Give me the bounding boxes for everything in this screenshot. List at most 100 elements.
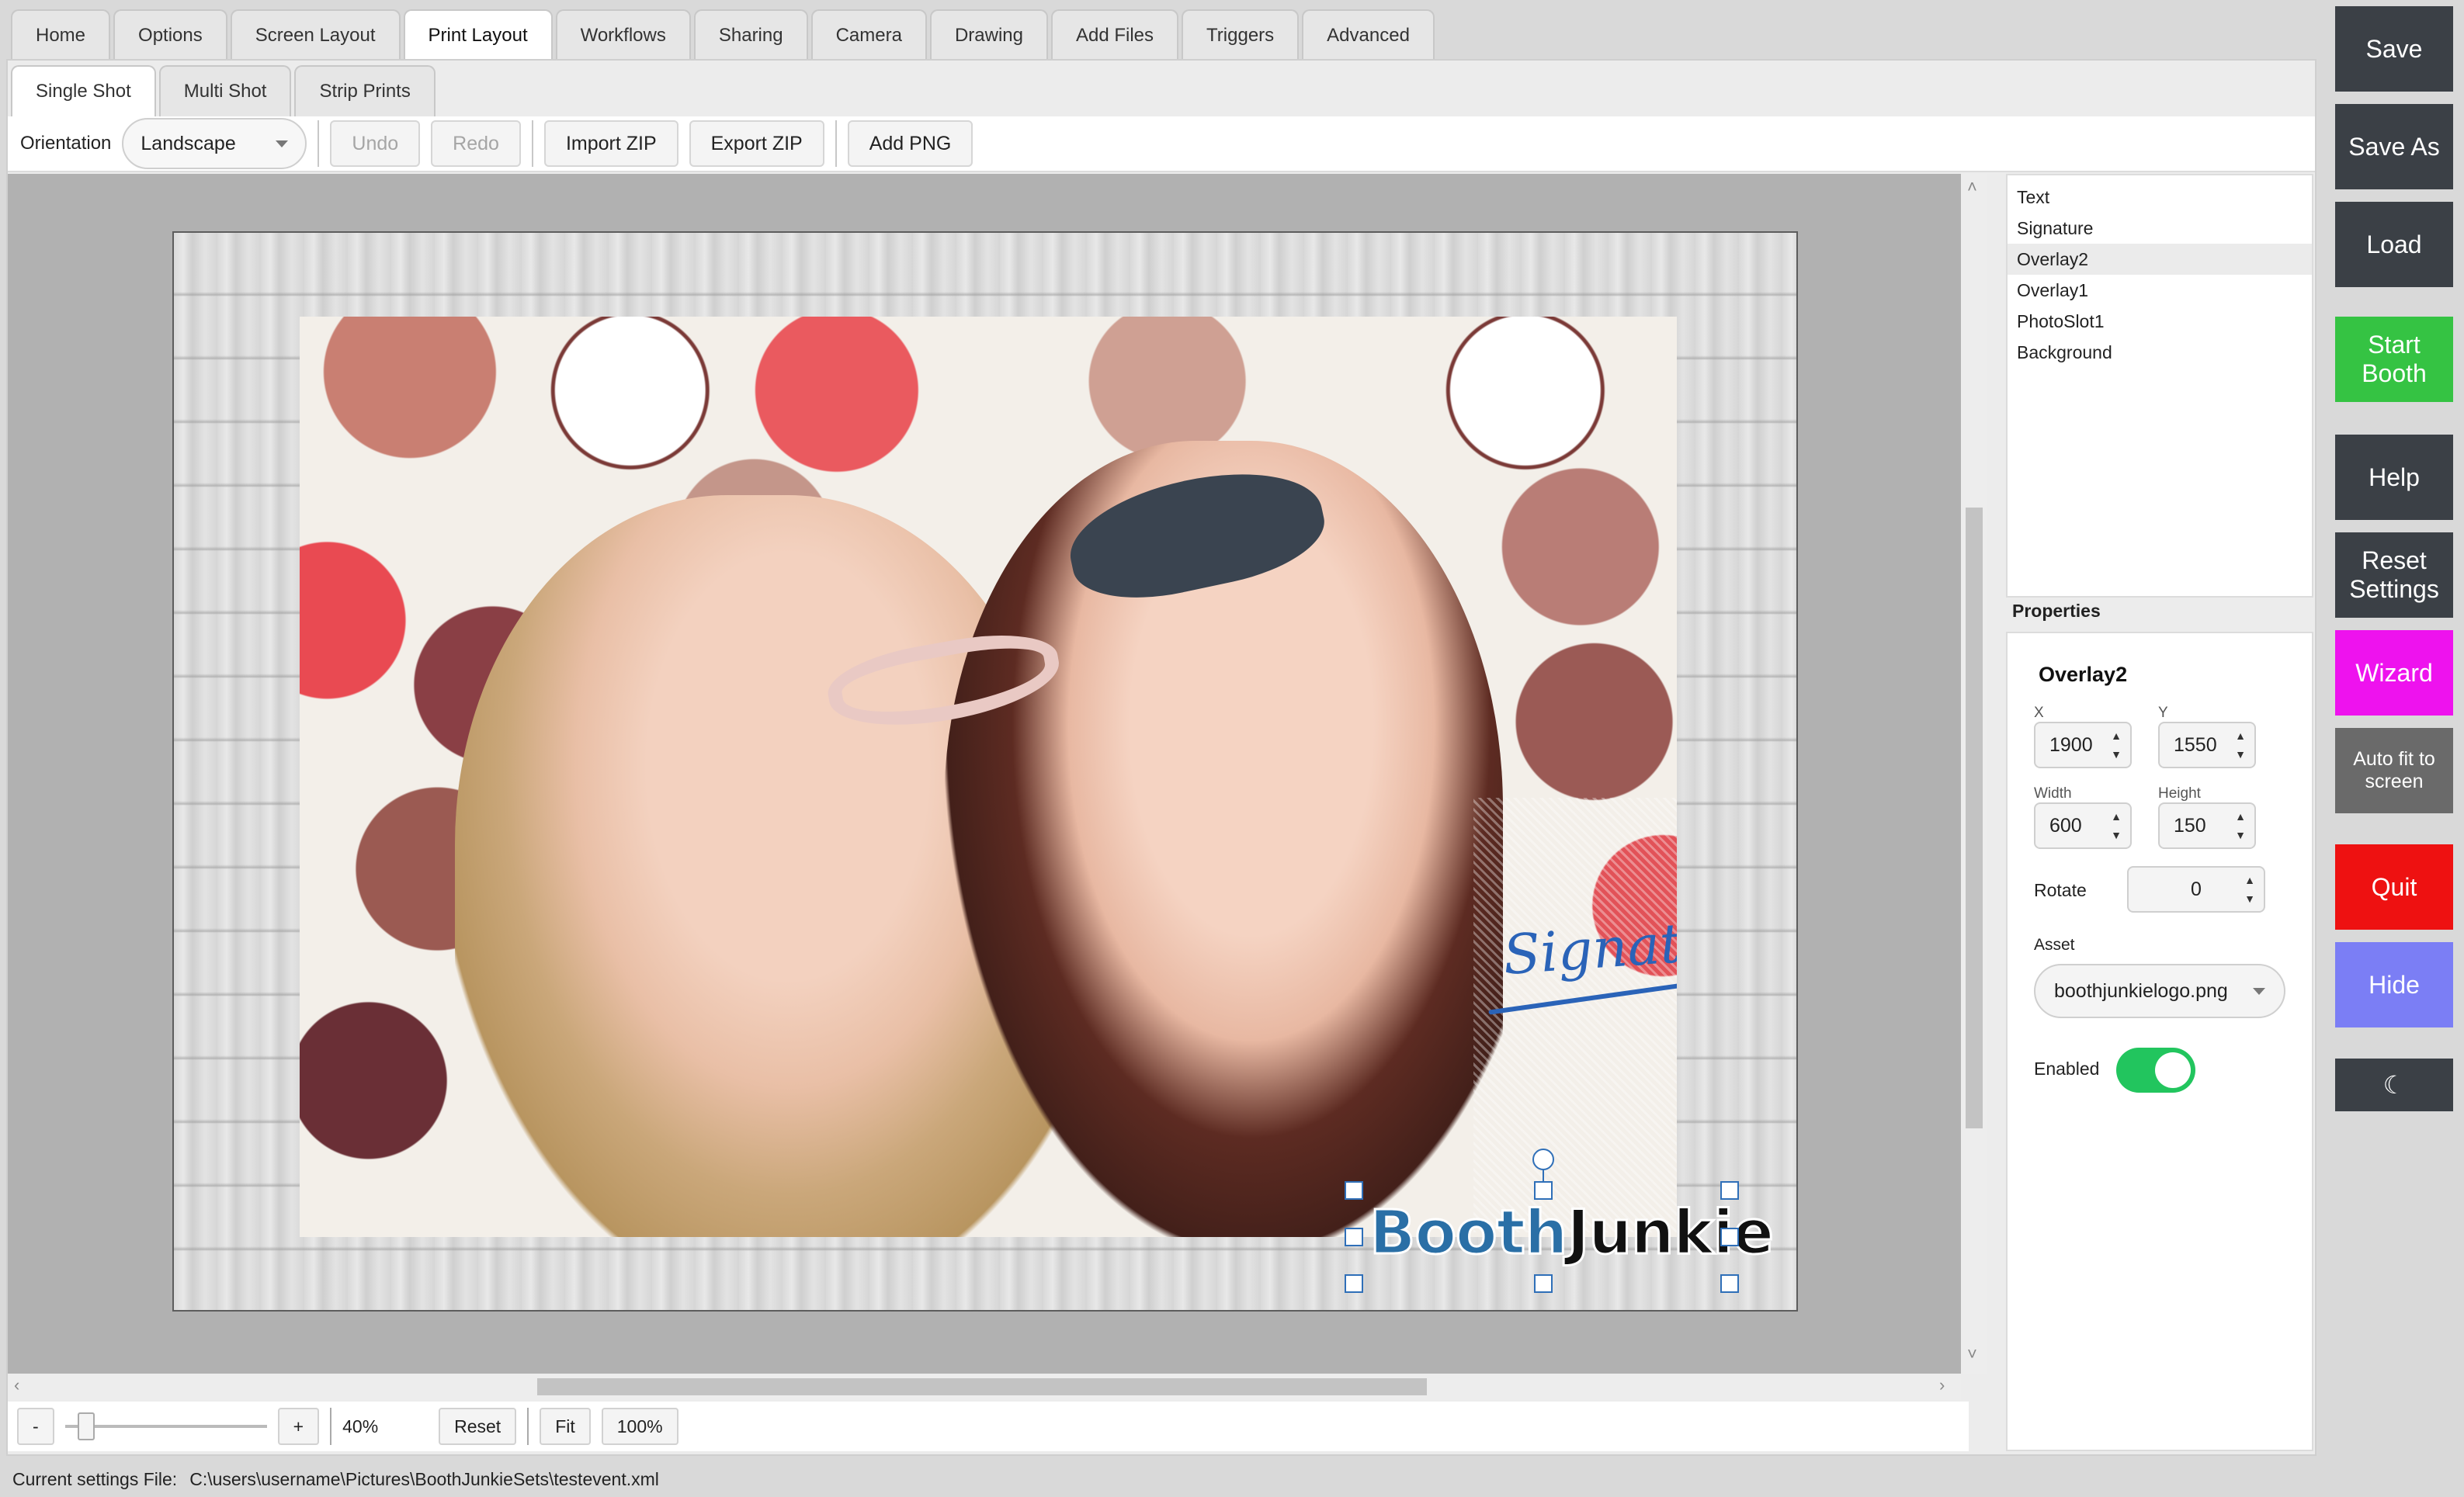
layer-item-overlay2[interactable]: Overlay2 xyxy=(2008,244,2312,275)
orientation-value: Landscape xyxy=(141,132,236,154)
status-bar: Current settings File: C:\users\username\… xyxy=(12,1469,659,1490)
increment-icon[interactable]: ▲ xyxy=(2111,810,2122,823)
decrement-icon[interactable]: ▼ xyxy=(2235,829,2246,841)
resize-handle-bottom[interactable] xyxy=(1534,1274,1553,1293)
tab-drawing[interactable]: Drawing xyxy=(929,9,1048,61)
increment-icon[interactable]: ▲ xyxy=(2235,729,2246,742)
height-field[interactable]: 150 ▲ ▼ xyxy=(2158,802,2256,849)
quit-button[interactable]: Quit xyxy=(2335,844,2453,930)
layer-item-overlay1[interactable]: Overlay1 xyxy=(2008,275,2312,306)
width-field[interactable]: 600 ▲ ▼ xyxy=(2034,802,2132,849)
overlay2-logo[interactable]: BoothJunkie xyxy=(1368,1197,1775,1270)
zoom-out-button[interactable]: - xyxy=(17,1408,54,1445)
subtab-strip-prints[interactable]: Strip Prints xyxy=(294,65,436,116)
save-as-button[interactable]: Save As xyxy=(2335,104,2453,189)
rotate-label: Rotate xyxy=(2034,880,2087,900)
overlay1-region[interactable] xyxy=(1473,798,1677,1232)
tab-sharing[interactable]: Sharing xyxy=(693,9,808,61)
zoom-fit-button[interactable]: Fit xyxy=(540,1408,591,1445)
orientation-select[interactable]: Landscape xyxy=(122,118,307,169)
zoom-slider-knob[interactable] xyxy=(77,1412,95,1440)
increment-icon[interactable]: ▲ xyxy=(2235,810,2246,823)
import-zip-button[interactable]: Import ZIP xyxy=(543,120,678,167)
logo-text-booth: Booth xyxy=(1368,1197,1568,1270)
resize-handle-top[interactable] xyxy=(1534,1181,1553,1200)
export-zip-button[interactable]: Export ZIP xyxy=(689,120,824,167)
zoom-in-button[interactable]: + xyxy=(277,1408,320,1445)
width-stepper[interactable]: ▲ ▼ xyxy=(2110,810,2122,841)
increment-icon[interactable]: ▲ xyxy=(2244,874,2255,886)
tab-add-files[interactable]: Add Files xyxy=(1050,9,1179,61)
add-png-button[interactable]: Add PNG xyxy=(847,120,973,167)
scroll-up-icon[interactable]: ˄ xyxy=(1967,177,1977,197)
resize-handle-bottom-left[interactable] xyxy=(1345,1274,1363,1293)
help-button[interactable]: Help xyxy=(2335,435,2453,520)
x-stepper[interactable]: ▲ ▼ xyxy=(2110,729,2122,761)
layout-canvas[interactable]: Signature BoothJunkie xyxy=(8,174,1969,1374)
load-button[interactable]: Load xyxy=(2335,202,2453,287)
decrement-icon[interactable]: ▼ xyxy=(2244,892,2255,905)
decrement-icon[interactable]: ▼ xyxy=(2111,829,2122,841)
tab-print-layout[interactable]: Print Layout xyxy=(403,9,553,61)
zoom-reset-button[interactable]: Reset xyxy=(439,1408,517,1445)
tab-advanced[interactable]: Advanced xyxy=(1302,9,1435,61)
auto-fit-button[interactable]: Auto fit to screen xyxy=(2335,728,2453,813)
save-button[interactable]: Save xyxy=(2335,6,2453,92)
resize-handle-top-left[interactable] xyxy=(1345,1181,1363,1200)
resize-handle-bottom-right[interactable] xyxy=(1720,1274,1739,1293)
scroll-right-icon[interactable]: › xyxy=(1939,1375,1945,1395)
layer-item-signature[interactable]: Signature xyxy=(2008,213,2312,244)
layer-item-photoslot1[interactable]: PhotoSlot1 xyxy=(2008,306,2312,337)
settings-file-path: C:\users\username\Pictures\BoothJunkieSe… xyxy=(189,1469,659,1489)
vertical-scrollbar[interactable]: ˄ ˅ xyxy=(1961,174,1987,1374)
dark-mode-icon[interactable]: ☾ xyxy=(2335,1059,2453,1111)
orientation-label: Orientation xyxy=(20,133,112,154)
layer-item-background[interactable]: Background xyxy=(2008,337,2312,368)
tab-screen-layout[interactable]: Screen Layout xyxy=(230,9,401,61)
rotate-stepper[interactable]: ▲ ▼ xyxy=(2244,874,2256,905)
rotation-handle[interactable] xyxy=(1532,1149,1554,1170)
asset-select[interactable]: boothjunkielogo.png xyxy=(2034,964,2285,1018)
wizard-button[interactable]: Wizard xyxy=(2335,630,2453,716)
tab-triggers[interactable]: Triggers xyxy=(1182,9,1300,61)
subtab-single-shot[interactable]: Single Shot xyxy=(11,65,156,116)
tab-options[interactable]: Options xyxy=(113,9,227,61)
rotate-field[interactable]: 0 ▲ ▼ xyxy=(2127,866,2265,913)
y-field[interactable]: 1550 ▲ ▼ xyxy=(2158,722,2256,768)
redo-button[interactable]: Redo xyxy=(431,120,521,167)
zoom-level: 40% xyxy=(342,1416,379,1436)
tab-camera[interactable]: Camera xyxy=(810,9,927,61)
decrement-icon[interactable]: ▼ xyxy=(2111,748,2122,761)
photo-slot[interactable]: Signature xyxy=(300,317,1677,1237)
tab-workflows[interactable]: Workflows xyxy=(555,9,691,61)
horizontal-scroll-thumb[interactable] xyxy=(537,1378,1427,1395)
scroll-left-icon[interactable]: ‹ xyxy=(14,1375,19,1395)
y-stepper[interactable]: ▲ ▼ xyxy=(2234,729,2247,761)
enabled-toggle[interactable] xyxy=(2116,1048,2195,1093)
tab-home[interactable]: Home xyxy=(11,9,111,61)
x-field[interactable]: 1900 ▲ ▼ xyxy=(2034,722,2132,768)
zoom-bar: - + 40% Reset Fit 100% xyxy=(8,1402,1969,1451)
height-value: 150 xyxy=(2174,814,2206,837)
reset-settings-button[interactable]: Reset Settings xyxy=(2335,532,2453,618)
subtab-multi-shot[interactable]: Multi Shot xyxy=(158,65,292,116)
asset-label: Asset xyxy=(2034,936,2075,954)
vertical-scroll-thumb[interactable] xyxy=(1966,508,1983,1128)
logo-text-junkie: Junkie xyxy=(1566,1197,1775,1270)
start-booth-button[interactable]: Start Booth xyxy=(2335,317,2453,402)
undo-button[interactable]: Undo xyxy=(330,120,421,167)
increment-icon[interactable]: ▲ xyxy=(2111,729,2122,742)
resize-handle-top-right[interactable] xyxy=(1720,1181,1739,1200)
resize-handle-left[interactable] xyxy=(1345,1228,1363,1246)
decrement-icon[interactable]: ▼ xyxy=(2235,748,2246,761)
zoom-slider[interactable] xyxy=(64,1408,267,1445)
zoom-100-button[interactable]: 100% xyxy=(601,1408,678,1445)
properties-panel: Overlay2 X 1900 ▲ ▼ Y 1550 ▲ ▼ Width 600 ▲… xyxy=(2006,632,2313,1451)
layer-item-text[interactable]: Text xyxy=(2008,182,2312,213)
horizontal-scrollbar[interactable]: ‹ › xyxy=(8,1374,1961,1400)
height-stepper[interactable]: ▲ ▼ xyxy=(2234,810,2247,841)
resize-handle-right[interactable] xyxy=(1720,1228,1739,1246)
scroll-down-icon[interactable]: ˅ xyxy=(1967,1344,1977,1364)
hide-button[interactable]: Hide xyxy=(2335,942,2453,1027)
print-page-background[interactable]: Signature BoothJunkie xyxy=(172,231,1798,1312)
